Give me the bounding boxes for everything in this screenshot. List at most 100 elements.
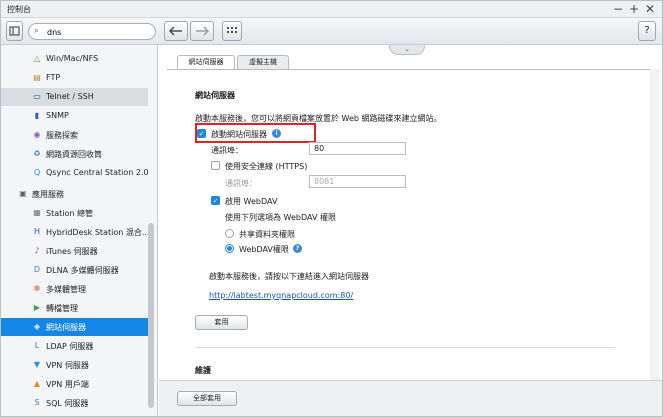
web-server-icon: ◈ [33,322,41,331]
transcode-icon: ▶ [33,303,41,312]
section-divider [195,347,615,348]
sidebar-item-web-server[interactable]: ◈ 網站伺服器 [1,318,148,336]
help-button[interactable]: ? [638,21,656,41]
webdav-checkbox[interactable]: ✓ [211,196,220,205]
control-panel-window: 控制台 − + ✕ ⌕ dns ? △ Win/Mac/NFS ▤ FTP ▭ … [0,0,663,417]
tab-virtual-host[interactable]: 虛擬主機 [237,55,289,70]
qsync-icon: Q [33,168,41,177]
main-panel: ⌄ 網站伺服器 虛擬主機 網站伺服器 啟動本服務後，您可以將網頁檔案放置於 We… [159,45,662,380]
port-input[interactable]: 80 [309,142,406,155]
sidebar-item-label: HybridDesk Station 混合... [46,228,150,237]
sidebar-item-ftp[interactable]: ▤ FTP [1,69,148,87]
enable-web-server-checkbox[interactable]: ✓ [197,129,206,138]
sidebar: △ Win/Mac/NFS ▤ FTP ▭ Telnet / SSH ▮ SNM… [1,45,158,416]
minimize-icon[interactable]: − [612,2,624,16]
vpn-server-icon: ▼ [33,360,41,369]
sidebar-item-vpn-client[interactable]: ▲ VPN 用戶端 [1,375,148,393]
sidebar-item-label: 多媒體管理 [46,285,86,294]
sidebar-item-itunes[interactable]: ♪ iTunes 伺服器 [1,242,148,260]
sidebar-item-label: SNMP [46,111,69,120]
sidebar-item-sql-server[interactable]: S SQL 伺服器 [1,394,148,412]
sidebar-item-station-manager[interactable]: ▦ Station 總管 [1,204,148,222]
sidebar-item-ldap[interactable]: L LDAP 伺服器 [1,337,148,355]
sidebar-item-label: iTunes 伺服器 [46,247,98,256]
webdav-info-icon[interactable]: ? [293,244,302,253]
footer-bar: 全部套用 [159,380,662,416]
collapse-chevron-icon[interactable]: ⌄ [389,45,425,55]
https-checkbox[interactable] [211,161,220,170]
maximize-icon[interactable]: + [628,2,640,16]
sidebar-item-hybriddesk[interactable]: H HybridDesk Station 混合... [1,223,150,241]
sidebar-item-label: 轉檔管理 [46,304,78,313]
sidebar-item-transcode[interactable]: ▶ 轉檔管理 [1,299,148,317]
apps-button[interactable] [222,21,242,41]
sidebar-item-label: Win/Mac/NFS [46,54,99,63]
close-icon[interactable]: ✕ [644,2,656,16]
webdav-permission-radio[interactable] [225,244,234,253]
sidebar-item-win-mac-nfs[interactable]: △ Win/Mac/NFS [1,50,148,68]
sidebar-item-label: Telnet / SSH [46,92,94,101]
connect-instructions: 啟動本服務後，請按以下連結進入網站伺服器 [209,272,369,281]
sidebar-item-telnet-ssh[interactable]: ▭ Telnet / SSH [1,88,148,106]
sidebar-item-label: 服務探索 [46,131,78,140]
sidebar-item-label: SQL 伺服器 [46,399,89,408]
sidebar-item-service-discovery[interactable]: ◉ 服務探索 [1,126,148,144]
back-button[interactable] [164,21,188,41]
sidebar-item-snmp[interactable]: ▮ SNMP [1,107,148,125]
search-input[interactable] [47,26,147,38]
title-bar: 控制台 − + ✕ [1,1,662,18]
forward-button[interactable] [190,21,214,41]
enable-web-server-label: 啟動網站伺服器 [211,130,267,139]
info-icon[interactable]: i [272,129,281,138]
arrow-right-icon [196,26,209,36]
sidebar-toggle-button[interactable] [6,21,23,41]
dlna-icon: D [33,265,41,274]
sidebar-scrollbar[interactable] [148,223,154,408]
https-port-input[interactable]: 8081 [309,175,406,188]
ldap-icon: L [34,341,40,350]
triangle-icon: △ [33,54,41,63]
webdav-label: 啟用 WebDAV [225,197,278,206]
https-label: 使用安全連線 (HTTPS) [225,162,308,171]
sidebar-item-label: DLNA 多媒體伺服器 [46,266,119,275]
apply-all-button[interactable]: 全部套用 [177,391,237,406]
search-icon: ⌕ [34,26,40,36]
sidebar-item-label: VPN 用戶端 [46,380,89,389]
discovery-icon: ◉ [33,130,41,139]
sidebar-group-label: 應用服務 [32,190,64,199]
sidebar-item-multimedia-management[interactable]: ✻ 多媒體管理 [1,280,148,298]
sidebar-item-dlna[interactable]: D DLNA 多媒體伺服器 [1,261,148,279]
tab-web-server[interactable]: 網站伺服器 [177,55,235,70]
search-box: ⌕ [28,23,156,40]
sidebar-item-label: Qsync Central Station 2.0 [46,168,149,177]
hybriddesk-icon: H [33,227,40,236]
section-title-web-server: 網站伺服器 [195,91,235,100]
sidebar-item-label: Station 總管 [46,209,93,218]
sidebar-item-label: 網路資源回收筒 [46,150,102,159]
main-scrollbar[interactable] [650,69,660,380]
tab-divider [167,69,652,70]
sidebar-item-label: VPN 伺服器 [46,361,89,370]
applications-icon: ▣ [19,189,27,198]
grid-icon [227,27,237,33]
sidebar-item-qsync[interactable]: Q Qsync Central Station 2.0 [1,164,149,182]
vpn-client-icon: ▲ [33,379,41,388]
arrow-left-icon [169,26,182,36]
apply-button[interactable]: 套用 [195,315,248,330]
station-icon: ▦ [33,208,41,217]
sidebar-item-network-recycle-bin[interactable]: ♻ 網路資源回收筒 [1,145,148,163]
sidebar-item-label: FTP [46,73,61,82]
sidebar-item-vpn-server[interactable]: ▼ VPN 伺服器 [1,356,148,374]
webdav-permission-option-label: WebDAV權限 [239,245,289,254]
recycle-icon: ♻ [33,149,41,158]
list-icon [9,26,20,36]
music-icon: ♪ [34,246,40,255]
port-label: 通訊埠： [211,146,243,155]
snmp-icon: ▮ [34,111,40,120]
window-title: 控制台 [7,5,31,14]
share-permission-radio[interactable] [225,229,234,238]
sidebar-item-label: LDAP 伺服器 [46,342,94,351]
share-permission-label: 共享資料夾權限 [239,230,295,239]
web-server-link[interactable]: http://labtest.myqnapcloud.com:80/ [209,291,353,300]
sidebar-group-applications[interactable]: ▣ 應用服務 [1,185,148,203]
